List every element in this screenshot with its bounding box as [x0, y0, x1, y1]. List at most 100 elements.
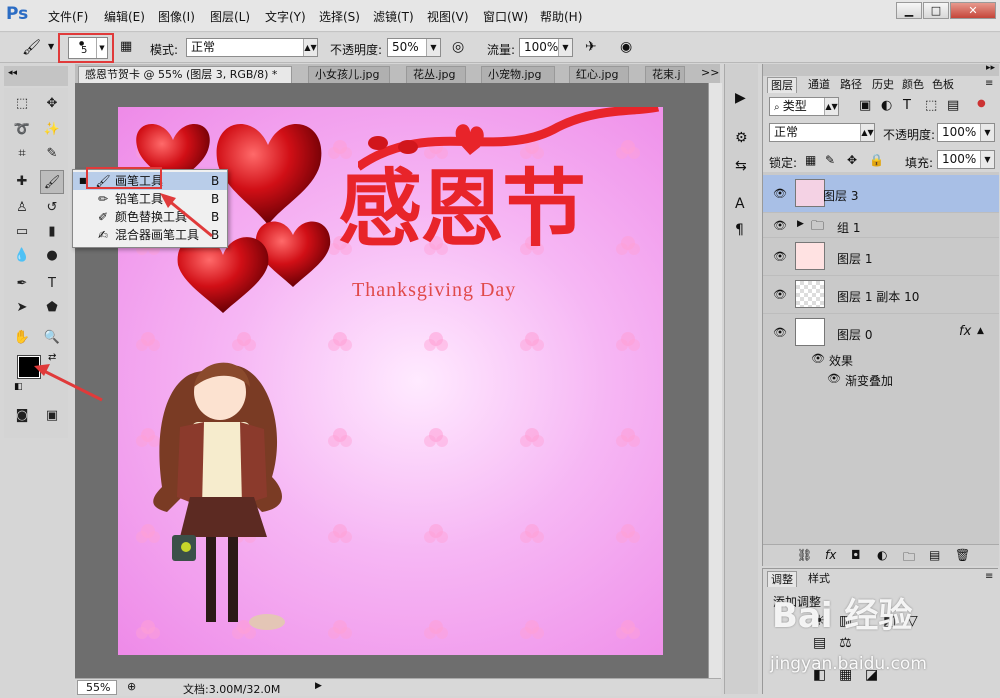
mode-select[interactable]: 正常 ▲▼ [186, 38, 318, 57]
layer-name[interactable]: 组 1 [837, 219, 860, 236]
color-balance-icon[interactable]: ⚖ [839, 635, 852, 651]
flow-input[interactable]: 100% ▼ [519, 38, 573, 57]
lasso-tool-icon[interactable]: ➰ [12, 120, 32, 140]
paragraph-panel-icon[interactable]: ¶ [735, 222, 744, 238]
lock-all-icon[interactable]: 🔒 [869, 153, 884, 167]
layer-row[interactable]: 👁 图层 0 fx ▲ 👁 效果 👁 渐变叠加 [763, 314, 999, 396]
panel-menu-icon[interactable]: ≡ [985, 571, 993, 582]
tab-pet[interactable]: 小宠物.jpg [481, 66, 555, 84]
eye-icon[interactable]: 👁 [773, 288, 787, 301]
maximize-button[interactable]: □ [923, 2, 949, 19]
lock-pixels-icon[interactable]: ✎ [825, 153, 835, 167]
layer-name[interactable]: 图层 1 [837, 250, 872, 267]
brush-panel-toggle-icon[interactable]: ▦ [120, 39, 132, 54]
layer-row[interactable]: 👁 图层 3 [763, 175, 999, 213]
chevron-down-icon[interactable]: ▼ [980, 124, 994, 141]
add-mask-icon[interactable]: ◘ [851, 548, 861, 562]
layer-name[interactable]: 图层 3 [823, 187, 858, 204]
tab-adjustments[interactable]: 调整 [767, 571, 797, 587]
tab-swatches[interactable]: 色板 [929, 77, 957, 93]
tab-flowers[interactable]: 花丛.jpg [406, 66, 466, 84]
brush-preset-dropdown-icon[interactable]: ▼ [48, 42, 54, 51]
layer-opacity-input[interactable]: 100% ▼ [937, 123, 995, 142]
layer-name[interactable]: 图层 0 [837, 326, 872, 343]
tab-color[interactable]: 颜色 [899, 77, 927, 93]
opacity-input[interactable]: 50% ▼ [387, 38, 441, 57]
fill-input[interactable]: 100% ▼ [937, 150, 995, 169]
menu-view[interactable]: 视图(V) [427, 8, 469, 25]
menu-filter[interactable]: 滤镜(T) [373, 8, 414, 25]
tab-bouquet[interactable]: 花束.j [645, 66, 685, 84]
tab-thanksgiving-card[interactable]: 感恩节贺卡 @ 55% (图层 3, RGB/8) * [78, 66, 292, 84]
zoom-field[interactable]: 55% [77, 680, 117, 695]
menu-help[interactable]: 帮助(H) [540, 8, 582, 25]
move-tool-icon[interactable]: ✥ [42, 94, 62, 114]
trash-icon[interactable]: 🗑 [955, 548, 970, 562]
add-style-icon[interactable]: fx [825, 548, 836, 562]
collapse-effects-icon[interactable]: ▲ [977, 326, 984, 336]
brush-preset-icon[interactable]: 🖌 [22, 38, 41, 56]
tabs-overflow-icon[interactable]: >> [701, 66, 719, 79]
pressure-size-icon[interactable]: ◉ [620, 39, 632, 55]
minimize-button[interactable]: ▁ [896, 2, 922, 19]
tab-layers[interactable]: 图层 [767, 77, 797, 93]
eye-icon[interactable]: 👁 [811, 352, 825, 365]
hue-saturation-icon[interactable]: ▤ [813, 635, 826, 651]
menu-type[interactable]: 文字(Y) [265, 8, 306, 25]
new-group-icon[interactable]: 🗀 [903, 548, 915, 569]
menu-image[interactable]: 图像(I) [158, 8, 195, 25]
expand-group-icon[interactable]: ▶ [797, 219, 804, 229]
layer-row[interactable]: 👁 图层 1 副本 10 [763, 276, 999, 314]
brush-size-arrow-icon[interactable]: ▼ [96, 38, 107, 58]
chevron-down-icon[interactable]: ▼ [980, 151, 994, 168]
tab-styles[interactable]: 样式 [805, 571, 833, 587]
menu-edit[interactable]: 编辑(E) [104, 8, 145, 25]
link-layers-icon[interactable]: ⛓ [797, 548, 812, 562]
filter-adjustment-icon[interactable]: ◐ [881, 98, 892, 113]
new-layer-icon[interactable]: ▤ [929, 548, 940, 562]
layer-filter-select[interactable]: ⌕ 类型 ▲▼ [769, 97, 839, 116]
eye-icon[interactable]: 👁 [773, 219, 787, 232]
collapse-icon[interactable]: ◂◂ [8, 68, 17, 78]
blend-mode-select[interactable]: 正常 ▲▼ [769, 123, 875, 142]
status-menu-arrow-icon[interactable]: ▶ [315, 681, 322, 691]
brush-presets-icon[interactable]: ⚙ [735, 130, 748, 146]
chevron-down-icon[interactable]: ▼ [558, 39, 572, 56]
menu-window[interactable]: 窗口(W) [483, 8, 528, 25]
layer-name[interactable]: 图层 1 副本 10 [837, 288, 919, 305]
lock-position-icon[interactable]: ✥ [847, 153, 857, 167]
filter-type-icon[interactable]: T [903, 98, 911, 113]
menu-file[interactable]: 文件(F) [48, 8, 88, 25]
eye-icon[interactable]: 👁 [773, 326, 787, 339]
tab-channels[interactable]: 通道 [805, 77, 833, 93]
filter-pixel-icon[interactable]: ▣ [859, 98, 871, 113]
new-adjustment-icon[interactable]: ◐ [877, 548, 887, 562]
layer-row[interactable]: 👁 ▶ 🗀 组 1 [763, 214, 999, 238]
panel-menu-icon[interactable]: ≡ [985, 78, 993, 89]
menu-select[interactable]: 选择(S) [319, 8, 360, 25]
filter-smart-object-icon[interactable]: ▤ [947, 98, 959, 113]
lock-transparent-icon[interactable]: ▦ [805, 153, 816, 167]
magic-wand-tool-icon[interactable]: ✨ [42, 120, 62, 140]
tool-presets-icon[interactable]: ⇆ [735, 158, 747, 174]
eye-icon[interactable]: 👁 [827, 372, 841, 385]
character-panel-icon[interactable]: A [735, 196, 745, 212]
gradient-overlay-effect[interactable]: 渐变叠加 [845, 372, 893, 389]
tab-history[interactable]: 历史 [869, 77, 897, 93]
status-info-icon[interactable]: ⊕ [127, 680, 136, 693]
tab-girl[interactable]: 小女孩儿.jpg [308, 66, 390, 84]
filter-shape-icon[interactable]: ⬚ [925, 98, 937, 113]
tab-paths[interactable]: 路径 [837, 77, 865, 93]
fx-icon[interactable]: fx [959, 324, 971, 339]
chevron-down-icon[interactable]: ▼ [426, 39, 440, 56]
pressure-opacity-icon[interactable]: ◎ [452, 39, 464, 55]
collapse-icon[interactable]: ▸▸ [986, 63, 995, 73]
menu-layer[interactable]: 图层(L) [210, 8, 250, 25]
eye-icon[interactable]: 👁 [773, 187, 787, 200]
vertical-scrollbar[interactable] [708, 83, 722, 679]
tab-heart[interactable]: 红心.jpg [569, 66, 629, 84]
play-actions-icon[interactable]: ▶ [735, 90, 746, 106]
airbrush-icon[interactable]: ✈ [585, 39, 597, 55]
brush-size-picker[interactable]: ● 5 ▼ [68, 37, 108, 59]
close-button[interactable]: ✕ [950, 2, 996, 19]
